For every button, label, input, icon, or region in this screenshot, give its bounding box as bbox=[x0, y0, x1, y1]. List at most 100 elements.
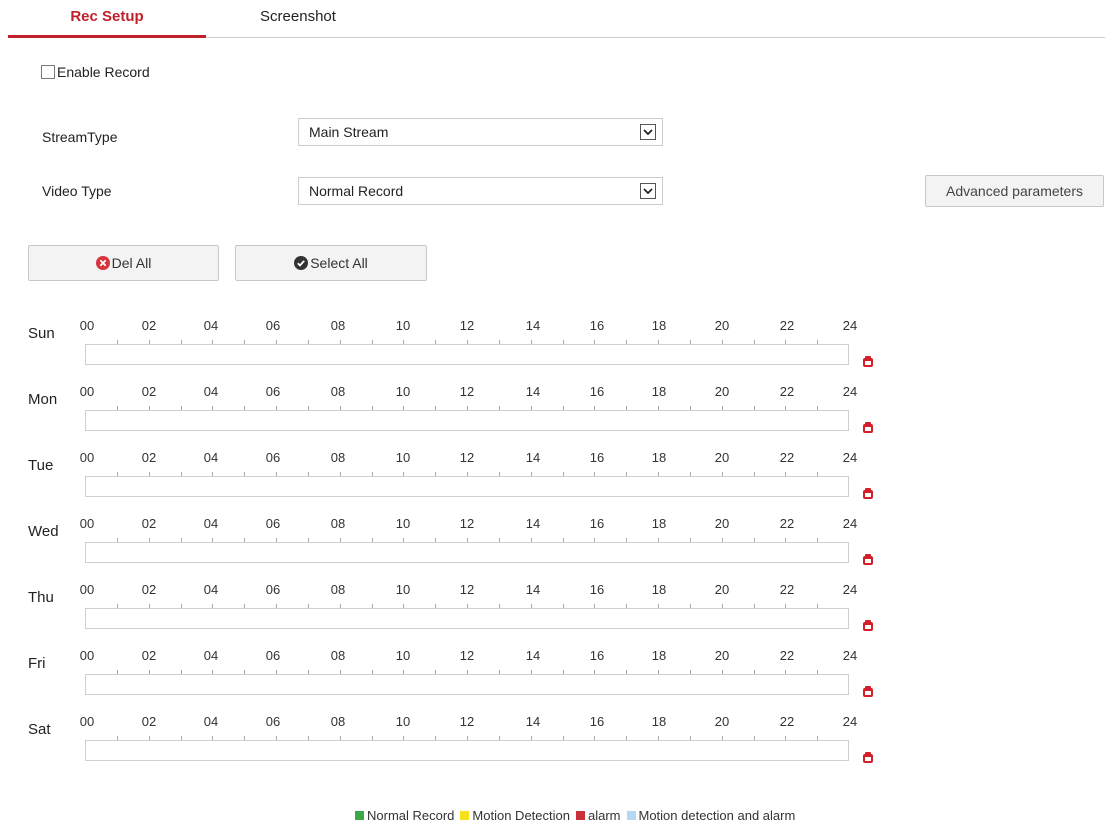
hour-label: 14 bbox=[525, 318, 541, 333]
legend-swatch bbox=[460, 811, 470, 820]
day-label: Wed bbox=[28, 523, 59, 540]
hour-label: 08 bbox=[330, 318, 346, 333]
hour-label: 14 bbox=[525, 450, 541, 465]
enable-record-checkbox[interactable]: Enable Record bbox=[41, 63, 150, 81]
hour-label: 24 bbox=[842, 450, 858, 465]
stream-type-value: Main Stream bbox=[309, 124, 389, 140]
hour-label: 02 bbox=[141, 516, 157, 531]
chevron-down-icon[interactable] bbox=[640, 183, 656, 199]
stream-type-select[interactable]: Main Stream bbox=[298, 118, 663, 146]
day-row-wed: Wed 00 02 04 06 08 10 12 14 16 18 20 22 24 bbox=[0, 516, 900, 584]
hour-label: 14 bbox=[525, 516, 541, 531]
hour-label: 08 bbox=[330, 384, 346, 399]
hour-label: 08 bbox=[330, 648, 346, 663]
hour-label: 06 bbox=[265, 516, 281, 531]
hour-label: 16 bbox=[589, 516, 605, 531]
hour-label: 16 bbox=[589, 384, 605, 399]
schedule-track[interactable] bbox=[85, 740, 849, 761]
hour-label: 20 bbox=[714, 516, 730, 531]
hour-label: 00 bbox=[79, 648, 95, 663]
schedule-track[interactable] bbox=[85, 542, 849, 563]
hour-label: 04 bbox=[203, 582, 219, 597]
day-label: Sat bbox=[28, 721, 51, 738]
hour-label: 12 bbox=[459, 318, 475, 333]
hour-label: 24 bbox=[842, 516, 858, 531]
eraser-icon[interactable] bbox=[862, 619, 874, 632]
hour-label: 00 bbox=[79, 714, 95, 729]
stream-type-label: StreamType bbox=[42, 129, 118, 145]
legend-swatch bbox=[575, 811, 585, 820]
hour-label: 08 bbox=[330, 714, 346, 729]
close-circle-icon bbox=[95, 256, 110, 270]
hour-label: 00 bbox=[79, 582, 95, 597]
hour-label: 22 bbox=[779, 714, 795, 729]
hour-label: 08 bbox=[330, 450, 346, 465]
hour-label: 12 bbox=[459, 582, 475, 597]
eraser-icon[interactable] bbox=[862, 685, 874, 698]
hour-label: 02 bbox=[141, 384, 157, 399]
hour-label: 10 bbox=[395, 582, 411, 597]
legend-item: alarm bbox=[575, 808, 621, 823]
hour-label: 24 bbox=[842, 714, 858, 729]
hour-label: 18 bbox=[651, 582, 667, 597]
hour-label: 22 bbox=[779, 648, 795, 663]
hour-label: 18 bbox=[651, 318, 667, 333]
hour-label: 20 bbox=[714, 714, 730, 729]
advanced-parameters-button[interactable]: Advanced parameters bbox=[925, 175, 1104, 207]
hour-label: 10 bbox=[395, 318, 411, 333]
hour-label: 18 bbox=[651, 648, 667, 663]
hour-label: 00 bbox=[79, 516, 95, 531]
day-label: Sun bbox=[28, 325, 55, 342]
eraser-icon[interactable] bbox=[862, 421, 874, 434]
schedule-track[interactable] bbox=[85, 608, 849, 629]
hour-label: 20 bbox=[714, 648, 730, 663]
hour-label: 00 bbox=[79, 450, 95, 465]
del-all-button[interactable]: Del All bbox=[28, 245, 219, 281]
select-all-button[interactable]: Select All bbox=[235, 245, 427, 281]
day-label: Thu bbox=[28, 589, 54, 606]
hour-label: 14 bbox=[525, 582, 541, 597]
hour-label: 16 bbox=[589, 714, 605, 729]
hour-label: 10 bbox=[395, 714, 411, 729]
legend-item: Normal Record bbox=[355, 808, 454, 823]
hour-label: 02 bbox=[141, 582, 157, 597]
hour-label: 14 bbox=[525, 384, 541, 399]
hour-label: 06 bbox=[265, 714, 281, 729]
schedule-track[interactable] bbox=[85, 410, 849, 431]
schedule-track[interactable] bbox=[85, 344, 849, 365]
hour-label: 08 bbox=[330, 582, 346, 597]
hour-label: 04 bbox=[203, 450, 219, 465]
day-row-tue: Tue 00 02 04 06 08 10 12 14 16 18 20 22 24 bbox=[0, 450, 900, 518]
hour-label: 22 bbox=[779, 384, 795, 399]
video-type-label: Video Type bbox=[42, 183, 112, 199]
hour-label: 20 bbox=[714, 384, 730, 399]
video-type-value: Normal Record bbox=[309, 183, 404, 199]
hour-label: 06 bbox=[265, 582, 281, 597]
day-row-sun: Sun 00 02 04 06 08 10 12 14 16 18 20 22 24 bbox=[0, 318, 900, 386]
hour-label: 12 bbox=[459, 384, 475, 399]
eraser-icon[interactable] bbox=[862, 487, 874, 500]
hour-label: 16 bbox=[589, 450, 605, 465]
hour-label: 04 bbox=[203, 714, 219, 729]
hour-label: 04 bbox=[203, 516, 219, 531]
schedule-track[interactable] bbox=[85, 674, 849, 695]
hour-label: 02 bbox=[141, 714, 157, 729]
hour-label: 10 bbox=[395, 648, 411, 663]
eraser-icon[interactable] bbox=[862, 553, 874, 566]
eraser-icon[interactable] bbox=[862, 355, 874, 368]
eraser-icon[interactable] bbox=[862, 751, 874, 764]
tab-screenshot[interactable]: Screenshot bbox=[228, 0, 368, 38]
hour-label: 22 bbox=[779, 450, 795, 465]
day-row-thu: Thu 00 02 04 06 08 10 12 14 16 18 20 22 24 bbox=[0, 582, 900, 650]
hour-label: 00 bbox=[79, 318, 95, 333]
checkbox-box[interactable] bbox=[41, 65, 55, 79]
hour-label: 02 bbox=[141, 318, 157, 333]
hour-label: 10 bbox=[395, 384, 411, 399]
schedule-track[interactable] bbox=[85, 476, 849, 497]
day-label: Fri bbox=[28, 655, 46, 672]
hour-label: 12 bbox=[459, 516, 475, 531]
chevron-down-icon[interactable] bbox=[640, 124, 656, 140]
video-type-select[interactable]: Normal Record bbox=[298, 177, 663, 205]
legend-label: Motion detection and alarm bbox=[638, 808, 796, 823]
tab-rec-setup[interactable]: Rec Setup bbox=[8, 0, 206, 38]
